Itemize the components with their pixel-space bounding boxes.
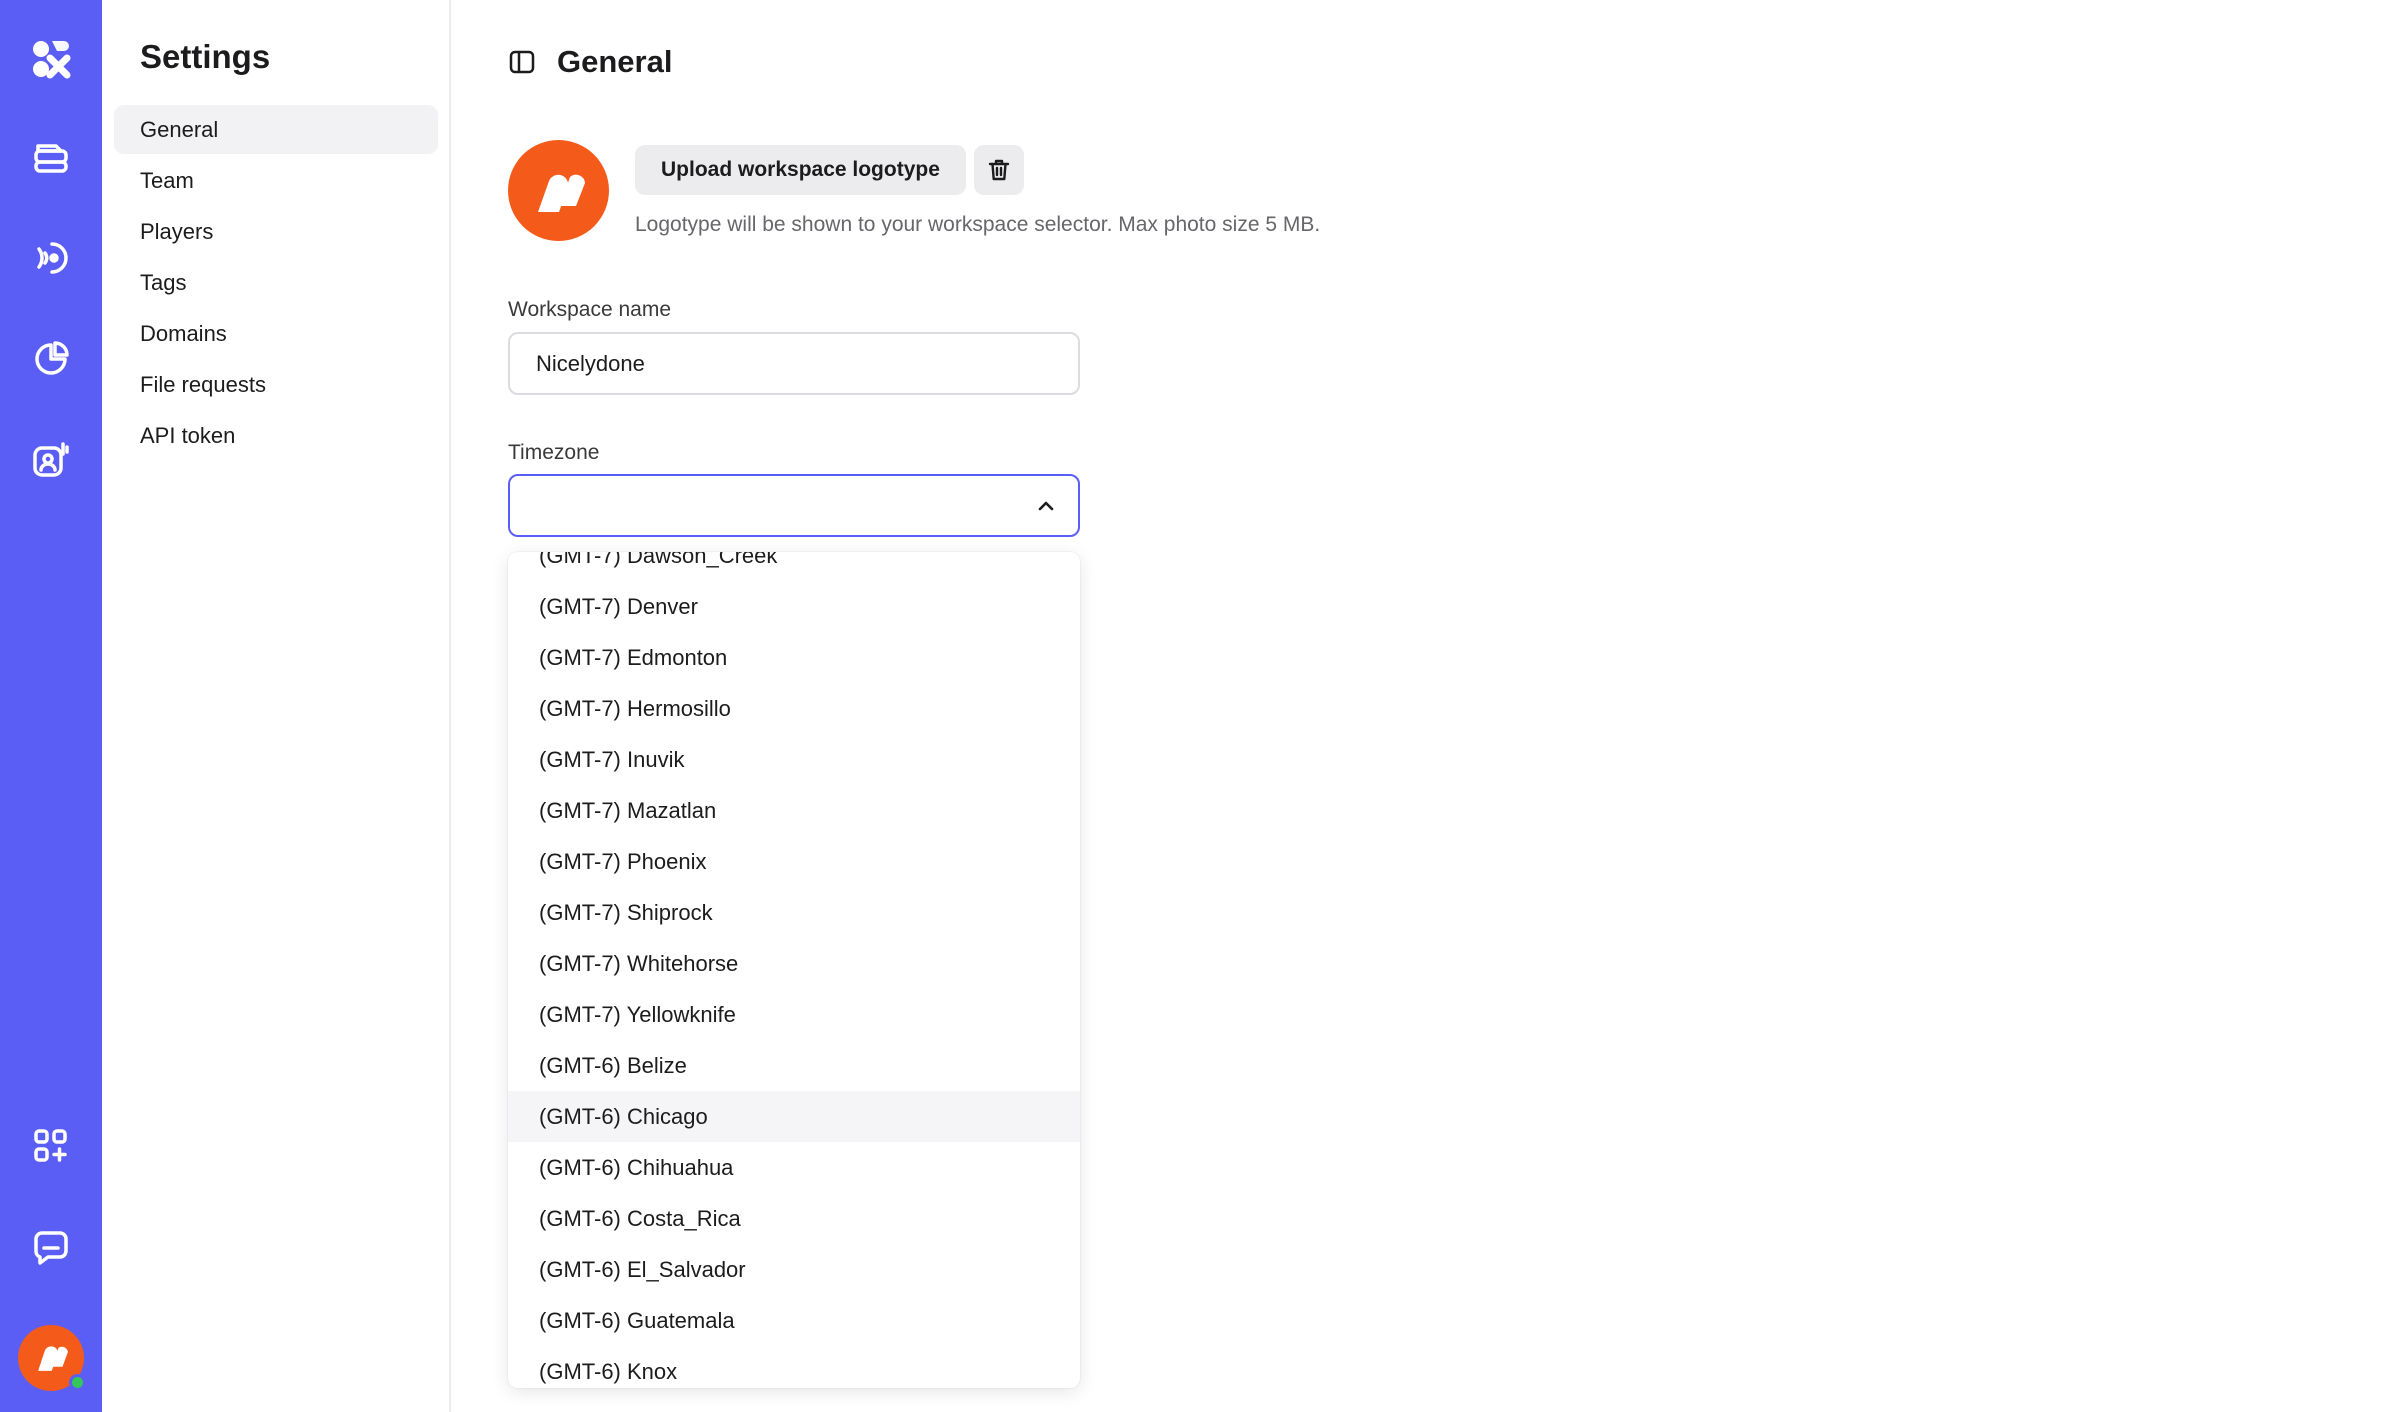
timezone-options-list: (GMT-7) Dawson_Creek (GMT-7) Denver (GMT-7…	[508, 552, 1080, 1388]
nav-item-players[interactable]: Players	[114, 207, 438, 256]
integrations-icon[interactable]	[25, 1120, 77, 1172]
timezone-option[interactable]: (GMT-7) Mazatlan	[508, 785, 1080, 836]
settings-title: Settings	[140, 38, 271, 75]
brand-logo-icon	[38, 1346, 68, 1371]
timezone-option[interactable]: (GMT-7) Edmonton	[508, 632, 1080, 683]
timezone-option[interactable]: (GMT-7) Phoenix	[508, 836, 1080, 887]
timezone-option[interactable]: (GMT-7) Dawson_Creek	[508, 552, 1080, 581]
nav-item-domains[interactable]: Domains	[114, 309, 438, 358]
workspace-logo	[508, 140, 609, 241]
timezone-option[interactable]: (GMT-6) Belize	[508, 1040, 1080, 1091]
timezone-option[interactable]: (GMT-6) El_Salvador	[508, 1244, 1080, 1295]
timezone-dropdown: (GMT-7) Dawson_Creek (GMT-7) Denver (GMT-7…	[508, 552, 1080, 1388]
analytics-icon[interactable]	[25, 333, 77, 385]
nav-item-tags[interactable]: Tags	[114, 258, 438, 307]
trash-icon	[988, 159, 1010, 181]
main-content: General Upload workspace logotype Logoty…	[451, 0, 2400, 1412]
sidebar-toggle-icon[interactable]	[507, 47, 537, 77]
timezone-option[interactable]: (GMT-7) Denver	[508, 581, 1080, 632]
nav-item-general[interactable]: General	[114, 105, 438, 154]
timezone-option[interactable]: (GMT-6) Chihuahua	[508, 1142, 1080, 1193]
customer-support-icon[interactable]	[25, 434, 77, 486]
app-logo-icon[interactable]	[25, 33, 77, 85]
nav-item-team[interactable]: Team	[114, 156, 438, 205]
brand-logo-icon	[537, 174, 585, 212]
app-rail	[0, 0, 102, 1412]
timezone-option[interactable]: (GMT-7) Inuvik	[508, 734, 1080, 785]
media-library-icon[interactable]	[25, 132, 77, 184]
timezone-label: Timezone	[508, 441, 600, 464]
nav-item-file-requests[interactable]: File requests	[114, 360, 438, 409]
upload-logotype-button[interactable]: Upload workspace logotype	[635, 145, 966, 195]
chat-icon[interactable]	[25, 1222, 77, 1274]
settings-nav-list: General Team Players Tags Domains File r…	[114, 105, 438, 462]
broadcast-icon[interactable]	[25, 232, 77, 284]
delete-logotype-button[interactable]	[974, 145, 1024, 195]
page-title: General	[557, 44, 673, 79]
timezone-select[interactable]	[508, 474, 1080, 537]
page-header: General	[507, 44, 672, 80]
timezone-option[interactable]: (GMT-7) Hermosillo	[508, 683, 1080, 734]
workspace-avatar[interactable]	[18, 1325, 86, 1391]
logotype-help-text: Logotype will be shown to your workspace…	[635, 213, 1321, 236]
settings-sidebar: Settings General Team Players Tags Domai…	[102, 0, 451, 1412]
timezone-option[interactable]: (GMT-7) Yellowknife	[508, 989, 1080, 1040]
timezone-option[interactable]: (GMT-7) Shiprock	[508, 887, 1080, 938]
workspace-name-label: Workspace name	[508, 298, 672, 321]
timezone-option[interactable]: (GMT-6) Costa_Rica	[508, 1193, 1080, 1244]
timezone-option[interactable]: (GMT-6) Chicago	[508, 1091, 1080, 1142]
nav-item-api-token[interactable]: API token	[114, 411, 438, 460]
chevron-up-icon	[1038, 501, 1054, 511]
timezone-option[interactable]: (GMT-6) Knox	[508, 1346, 1080, 1388]
timezone-option[interactable]: (GMT-6) Guatemala	[508, 1295, 1080, 1346]
timezone-option[interactable]: (GMT-7) Whitehorse	[508, 938, 1080, 989]
workspace-name-input[interactable]	[508, 332, 1080, 395]
online-status-dot	[69, 1374, 86, 1391]
